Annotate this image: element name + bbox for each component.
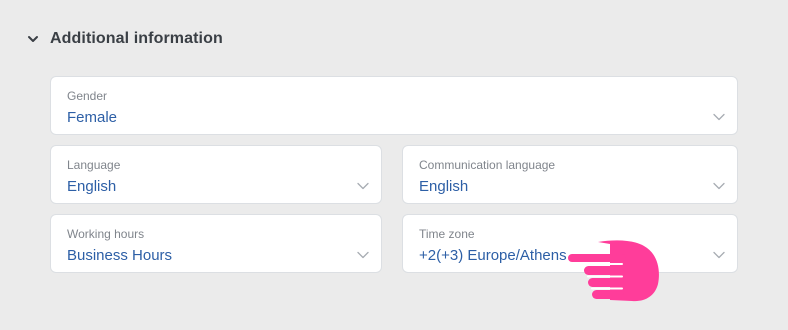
chevron-down-icon (713, 113, 725, 121)
language-label: Language (67, 158, 121, 172)
chevron-down-icon (28, 36, 38, 42)
time-zone-label: Time zone (419, 227, 475, 241)
section-toggle-additional-information[interactable]: Additional information (26, 30, 223, 48)
communication-language-select[interactable]: Communication language English (402, 145, 738, 204)
working-hours-value: Business Hours (67, 247, 173, 264)
working-hours-label: Working hours (67, 227, 145, 241)
communication-language-label: Communication language (419, 158, 556, 172)
gender-value: Female (67, 109, 118, 126)
time-zone-value: +2(+3) Europe/Athens (419, 247, 567, 264)
gender-select[interactable]: Gender Female (50, 76, 738, 135)
section-title: Additional information (50, 30, 223, 47)
working-hours-select[interactable]: Working hours Business Hours (50, 214, 382, 273)
chevron-down-icon (713, 182, 725, 190)
language-value: English (67, 178, 117, 195)
chevron-down-icon (357, 182, 369, 190)
chevron-down-icon (357, 251, 369, 259)
chevron-down-icon (713, 251, 725, 259)
communication-language-value: English (419, 178, 469, 195)
time-zone-select[interactable]: Time zone +2(+3) Europe/Athens (402, 214, 738, 273)
language-select[interactable]: Language English (50, 145, 382, 204)
gender-label: Gender (67, 89, 108, 103)
